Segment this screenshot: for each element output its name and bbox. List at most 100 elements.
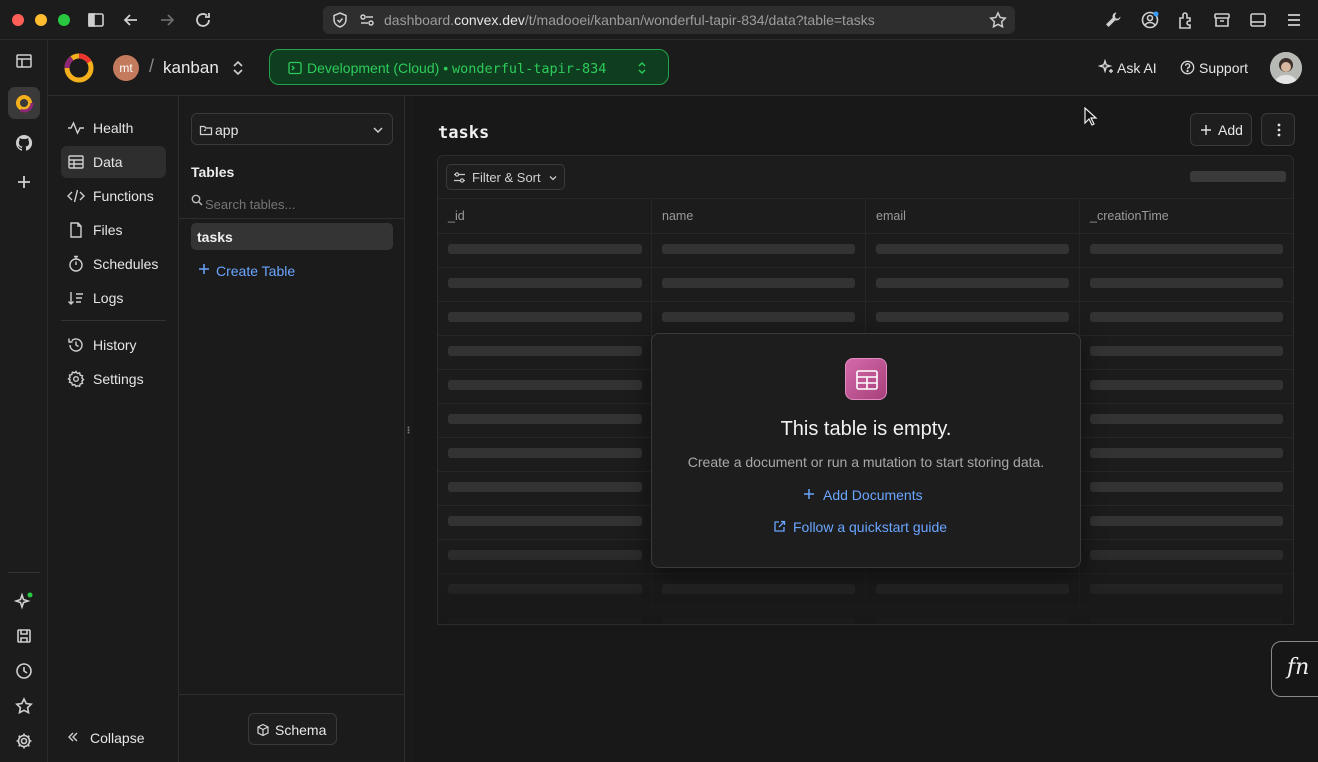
minimize-window-button[interactable] — [35, 14, 47, 26]
search-icon — [191, 194, 203, 206]
grid-row-divider — [438, 301, 1293, 302]
more-options-button[interactable] — [1261, 113, 1295, 146]
plus-icon — [1200, 124, 1212, 136]
column-header-name[interactable]: name — [662, 209, 693, 223]
component-select[interactable]: app — [191, 113, 393, 145]
skeleton-cell — [876, 278, 1069, 288]
skeleton-cell — [1090, 516, 1283, 526]
browser-settings-gear-icon[interactable] — [14, 731, 34, 751]
document-count-placeholder — [1190, 171, 1286, 182]
column-header-row: _id name email _creationTime — [438, 198, 1293, 233]
convex-logo-icon — [14, 93, 34, 113]
profile-icon[interactable] — [1140, 10, 1160, 30]
nav-label: Functions — [93, 188, 154, 204]
maximize-window-button[interactable] — [58, 14, 70, 26]
favorites-star-icon[interactable] — [14, 696, 34, 716]
convex-tab-button[interactable] — [8, 87, 40, 119]
code-icon — [67, 187, 85, 205]
add-label: Add — [1218, 122, 1243, 138]
nav-item-logs[interactable]: Logs — [61, 282, 166, 314]
nav-item-history[interactable]: History — [61, 329, 166, 361]
nav-label: Schedules — [93, 256, 159, 272]
schema-button[interactable]: Schema — [248, 713, 337, 745]
new-tab-plus-icon[interactable] — [14, 172, 34, 192]
convex-logo[interactable] — [64, 53, 94, 83]
create-table-button[interactable]: Create Table — [216, 263, 295, 279]
quickstart-guide-link[interactable]: Follow a quickstart guide — [793, 519, 947, 535]
team-avatar[interactable]: mt — [113, 55, 139, 81]
user-avatar[interactable] — [1270, 52, 1302, 84]
chevron-down-icon — [372, 124, 384, 136]
column-header-id[interactable]: _id — [448, 209, 465, 223]
nav-item-schedules[interactable]: Schedules — [61, 248, 166, 280]
sliders-icon — [453, 171, 466, 184]
table-title: tasks — [438, 123, 490, 143]
skeleton-cell — [1090, 244, 1283, 254]
nav-item-settings[interactable]: Settings — [61, 363, 166, 395]
bookmark-star-icon[interactable] — [989, 11, 1007, 29]
project-name[interactable]: kanban — [163, 58, 219, 78]
sidebar-toggle-icon[interactable] — [86, 10, 106, 30]
skeleton-cell — [662, 244, 855, 254]
filter-sort-label: Filter & Sort — [472, 170, 541, 185]
deployment-selector[interactable]: Development (Cloud) • wonderful-tapir-83… — [269, 49, 669, 85]
url-text: dashboard.convex.dev/t/madooei/kanban/wo… — [384, 12, 875, 28]
tab-overview-icon[interactable] — [14, 51, 34, 71]
gear-icon — [67, 370, 85, 388]
file-icon — [67, 221, 85, 239]
archive-icon[interactable] — [1212, 10, 1232, 30]
chevrons-left-icon — [66, 730, 80, 744]
chevron-up-down-icon[interactable] — [230, 59, 246, 77]
empty-subtitle: Create a document or run a mutation to s… — [687, 454, 1045, 470]
back-arrow-icon[interactable] — [121, 10, 141, 30]
browser-toolbar: dashboard.convex.dev/t/madooei/kanban/wo… — [0, 0, 1318, 40]
schema-label: Schema — [275, 722, 327, 738]
clock-icon[interactable] — [14, 661, 34, 681]
skeleton-cell — [1090, 414, 1283, 424]
collapse-button[interactable]: Collapse — [90, 730, 144, 746]
sparkle-ai-icon[interactable] — [14, 591, 34, 611]
nav-label: Settings — [93, 371, 144, 387]
save-icon[interactable] — [14, 626, 34, 646]
dashboard-nav: Health Data Functions Files Schedules Lo… — [48, 96, 179, 762]
site-settings-icon[interactable] — [358, 11, 376, 29]
skeleton-cell — [1090, 278, 1283, 288]
breadcrumb-separator: / — [149, 56, 155, 76]
skeleton-cell — [448, 312, 642, 322]
forward-arrow-icon[interactable] — [157, 10, 177, 30]
add-documents-link[interactable]: Add Documents — [823, 487, 923, 503]
search-tables-input[interactable] — [205, 195, 395, 213]
nav-item-data[interactable]: Data — [61, 146, 166, 178]
ask-ai-button[interactable]: Ask AI — [1117, 60, 1157, 76]
app-header: mt / kanban Development (Cloud) • wonder… — [48, 40, 1318, 96]
table-item-tasks[interactable]: tasks — [191, 223, 393, 250]
column-header-email[interactable]: email — [876, 209, 906, 223]
extensions-icon[interactable] — [1176, 10, 1196, 30]
skeleton-cell — [448, 346, 642, 356]
skeleton-cell — [448, 244, 642, 254]
wrench-icon[interactable] — [1103, 10, 1123, 30]
plus-icon — [198, 263, 210, 275]
nav-label: Health — [93, 120, 134, 136]
sidebar-divider — [8, 572, 40, 573]
browser-sidebar — [0, 40, 48, 762]
chevron-down-icon — [548, 173, 558, 183]
github-icon[interactable] — [14, 133, 34, 153]
nav-item-files[interactable]: Files — [61, 214, 166, 246]
menu-icon[interactable] — [1284, 10, 1304, 30]
add-document-button[interactable]: Add — [1190, 113, 1252, 146]
nav-item-health[interactable]: Health — [61, 112, 166, 144]
history-icon — [67, 336, 85, 354]
skeleton-cell — [1090, 346, 1283, 356]
reload-icon[interactable] — [193, 10, 213, 30]
split-view-icon[interactable] — [1248, 10, 1268, 30]
address-bar[interactable]: dashboard.convex.dev/t/madooei/kanban/wo… — [323, 6, 1015, 34]
nav-label: Logs — [93, 290, 124, 306]
nav-item-functions[interactable]: Functions — [61, 180, 166, 212]
close-window-button[interactable] — [12, 14, 24, 26]
column-header-creation-time[interactable]: _creationTime — [1090, 209, 1169, 223]
filter-sort-button[interactable]: Filter & Sort — [446, 164, 565, 190]
resize-handle[interactable] — [407, 426, 410, 434]
support-button[interactable]: Support — [1199, 60, 1248, 76]
function-runner-button[interactable]: fn — [1271, 641, 1318, 697]
